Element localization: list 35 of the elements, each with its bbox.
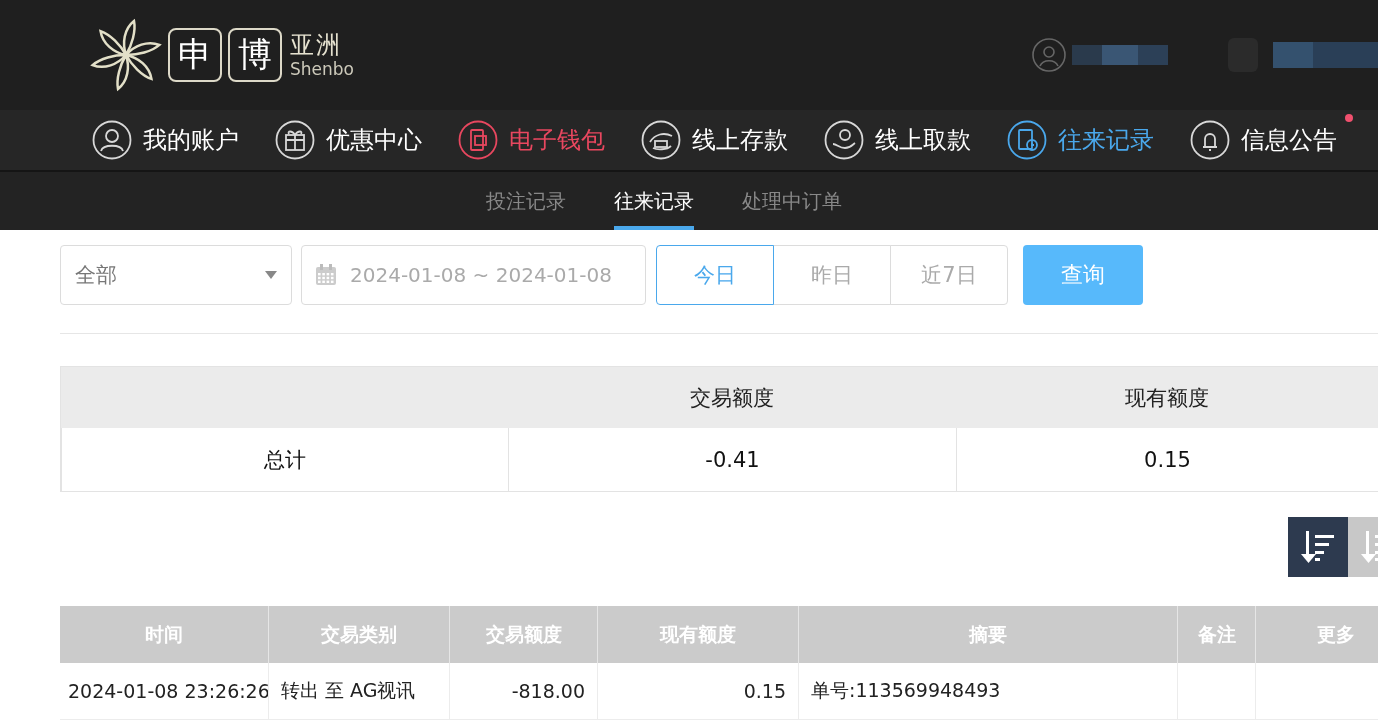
summary-value-cell: 0.15 <box>956 428 1378 491</box>
summary-label-cell: 总计 <box>61 428 508 491</box>
table-cell: 转出 至 AG视讯 <box>268 663 449 720</box>
quick-range-button[interactable]: 昨日 <box>773 245 891 305</box>
logo-latin-name: Shenbo <box>290 59 354 79</box>
sub-tab[interactable]: 往来记录 <box>614 172 694 230</box>
type-select[interactable]: 全部 <box>60 245 292 305</box>
account-icon <box>92 120 132 160</box>
nav-item[interactable]: 线上存款 <box>641 120 788 160</box>
sort-button[interactable] <box>1288 517 1348 577</box>
nav-item[interactable]: 电子钱包 <box>458 120 605 160</box>
table-cell: 单号:113569948493 <box>798 663 1177 720</box>
user-icon <box>1032 38 1066 72</box>
logo-character: 申 <box>168 28 222 82</box>
summary-header-cell: 现有额度 <box>956 367 1378 428</box>
nav-item[interactable]: 优惠中心 <box>275 120 422 160</box>
table-cell: 0.15 <box>597 663 798 720</box>
quick-range-button[interactable]: 近7日 <box>890 245 1008 305</box>
summary-value-cell: -0.41 <box>508 428 956 491</box>
summary-header-cell: 交易额度 <box>508 367 956 428</box>
table-cell: 2024-01-08 23:26:26 <box>60 663 268 720</box>
table-cell: -818.00 <box>449 663 597 720</box>
logo-name: 亚洲 <box>290 31 343 59</box>
sub-tab[interactable]: 投注记录 <box>486 172 566 230</box>
nav-item[interactable]: 线上取款 <box>824 120 971 160</box>
date-range-field[interactable]: 2024-01-08 ~ 2024-01-08 <box>301 245 646 305</box>
dropdown-caret-icon <box>265 271 277 279</box>
sub-tab[interactable]: 处理中订单 <box>742 172 842 230</box>
nav-item[interactable]: 我的账户 <box>92 120 239 160</box>
calendar-icon <box>314 263 338 287</box>
logo-character: 博 <box>228 28 282 82</box>
gift-icon <box>275 120 315 160</box>
nav-item[interactable]: 往来记录 <box>1007 120 1154 160</box>
quick-range-button[interactable]: 今日 <box>656 245 774 305</box>
nav-item[interactable]: 信息公告 <box>1190 120 1337 160</box>
